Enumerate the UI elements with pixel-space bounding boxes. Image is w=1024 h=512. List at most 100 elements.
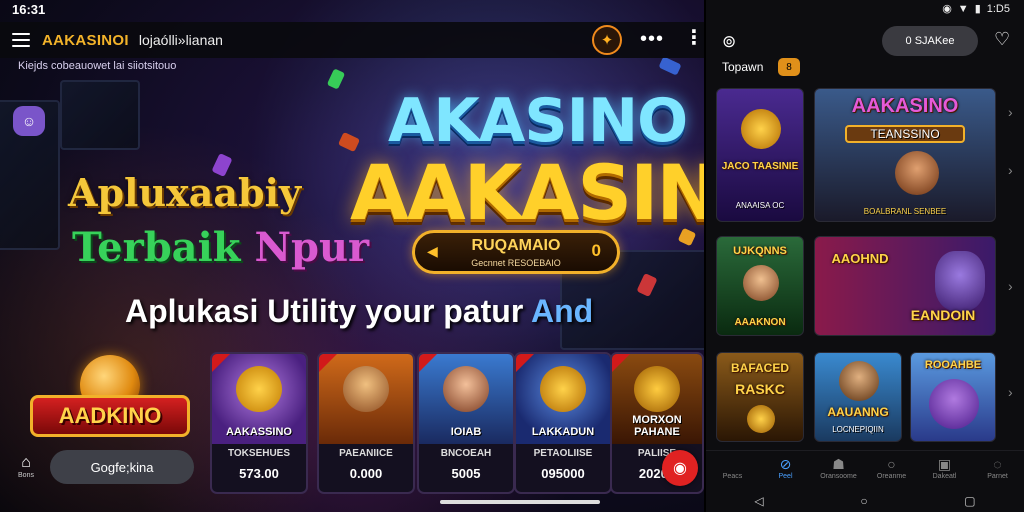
game-card-name: BNCOEAH [440, 448, 492, 459]
shield-icon [634, 366, 680, 412]
game-tile-title: JACO TAASINIE [721, 161, 799, 172]
search-icon: ○ [887, 456, 896, 472]
app-brand: AAKASINOI [42, 31, 129, 49]
nav-item[interactable]: ◌ Parnet [971, 451, 1024, 490]
dots-vertical-icon[interactable]: ⋮ [684, 26, 704, 50]
chevron-right-icon[interactable]: › [1008, 384, 1013, 400]
plaque-subtitle: Gecnnet RESOEBAIO [471, 258, 561, 268]
login-pill-button[interactable]: Gogfe;kina [50, 450, 194, 484]
gamepad-icon[interactable]: ⊚ [722, 32, 736, 52]
shield-icon [741, 109, 781, 149]
game-card-value: 095000 [541, 466, 585, 481]
floating-action-button[interactable]: ◉ [662, 450, 698, 486]
game-tile[interactable]: AAOHND EANDOIN [814, 236, 996, 336]
status-time: 1:D5 [986, 2, 1010, 15]
game-tile[interactable]: UJKQNNS AAAKNON [716, 236, 804, 336]
nav-item-label: Parnet [987, 473, 1008, 480]
nav-item[interactable]: Peacs [706, 451, 759, 490]
person-icon: ☗ [832, 456, 845, 472]
nav-item-label: Peacs [722, 473, 743, 480]
game-card[interactable]: PAEANIICE 0.000 [317, 352, 415, 494]
monster-avatar [929, 379, 979, 429]
game-card-title: IOIAB [450, 426, 482, 438]
game-card[interactable]: LAKKADUN PETAOLIISE 095000 [514, 352, 612, 494]
game-card-art: IOIAB [419, 354, 513, 444]
game-card-art: MORXON PAHANE [612, 354, 702, 444]
nav-item[interactable]: ▣ Dakeatl [918, 451, 971, 490]
logo-plaque-button[interactable]: ◀ RUQAMAIO Gecnnet RESOEBAIO 0 [412, 230, 620, 274]
character-avatar [443, 366, 489, 412]
game-tile[interactable]: AAKASINO TEANSSINO BOALBRANL SENBEE [814, 88, 996, 222]
shield-icon [236, 366, 282, 412]
home-button[interactable]: ⌂ Bons [12, 454, 40, 479]
game-tile[interactable]: AAUANNG LOCNEPIQIIN [814, 352, 902, 442]
shield-icon [747, 405, 775, 433]
balance-pill-button[interactable]: 0 SJAKee [882, 26, 978, 56]
chevron-right-icon[interactable]: › [1008, 162, 1013, 178]
hero-description-accent: And [530, 293, 594, 329]
hero-description-text: Aplukasi Utility your patur [125, 293, 524, 329]
game-card-art: LAKKADUN [516, 354, 610, 444]
character-avatar [935, 251, 985, 311]
game-card-name: TOKSEHUES [227, 448, 291, 459]
chevron-right-icon[interactable]: › [1008, 278, 1013, 294]
compass-icon: ⊘ [779, 456, 792, 472]
nav-item-label: Peel [778, 473, 793, 480]
game-card-name: PETAOLIISE [533, 448, 593, 459]
nav-item[interactable]: ○ Oreanme [865, 451, 918, 490]
game-card[interactable]: AAKASSINO TOKSEHUES 573.00 [210, 352, 308, 494]
casino-emblem: AADKINO [30, 355, 190, 445]
game-tile[interactable]: ROOAHBE [910, 352, 996, 442]
coin-icon[interactable]: ✦ [592, 25, 622, 55]
emblem-label: AADKINO [30, 395, 190, 437]
nav-item-label: Dakeatl [932, 473, 957, 480]
section-badge: 8 [778, 58, 800, 76]
heart-icon[interactable]: ♡ [994, 29, 1010, 50]
nav-item[interactable]: ☗ Oransoome [812, 451, 865, 490]
nav-item-label: Oransoome [820, 473, 857, 480]
chevron-right-icon[interactable]: › [1008, 104, 1013, 120]
chat-icon[interactable]: ☺ [13, 106, 45, 136]
game-card-value: 573.00 [239, 466, 279, 481]
background-monitor [60, 80, 140, 150]
game-card-value: 0.000 [349, 466, 383, 481]
game-tile-title: AAOHND [831, 251, 889, 266]
game-tile-subtitle: ANAAISA OC [735, 201, 785, 210]
game-card[interactable]: IOIAB BNCOEAH 5005 [417, 352, 515, 494]
recents-icon[interactable]: ▢ [964, 494, 975, 508]
dots-horizontal-icon[interactable]: ••• [640, 29, 664, 49]
chat-bubble-icon: ◉ [673, 460, 687, 477]
game-tile-subtitle: EANDOIN [910, 307, 976, 323]
plaque-title: RUQAMAIO [471, 237, 561, 254]
character-avatar [839, 361, 879, 401]
game-card-title: LAKKADUN [531, 426, 595, 438]
wifi-icon: ◉ [942, 3, 952, 15]
signal-icon: ▼ [957, 2, 969, 15]
back-icon[interactable]: ◁ [754, 494, 763, 508]
top-app-bar: AAKASINOI lojaólli»lianan ✦ ••• ⋮ [0, 22, 704, 58]
gesture-handle[interactable] [440, 500, 600, 504]
game-tile-subtitle: AAAKNON [734, 317, 786, 328]
home-icon[interactable]: ○ [860, 494, 867, 508]
profile-icon: ◌ [993, 456, 1002, 472]
hamburger-menu-icon[interactable] [12, 33, 30, 47]
game-tile-title: UJKQNNS [733, 245, 787, 257]
game-card-art [319, 354, 413, 444]
home-icon: ⌂ [21, 454, 31, 471]
game-card-value: 5005 [451, 466, 481, 481]
hero-description: Aplukasi Utility your patur And [125, 293, 593, 330]
home-label: Bons [18, 472, 34, 479]
system-navigation: ◁ ○ ▢ [706, 490, 1024, 512]
nav-item-active[interactable]: ⊘ Peel [759, 451, 812, 490]
game-tile-subtitle: TEANSSINO [845, 125, 965, 143]
game-tile-title: AAKASINO [851, 95, 959, 117]
main-screen: 16:31 AAKASINOI lojaólli»lianan ✦ ••• ⋮ … [0, 0, 704, 512]
nav-item-label: Oreanme [876, 473, 907, 480]
game-card-title: MORXON PAHANE [632, 414, 682, 438]
bottom-navigation: Peacs ⊘ Peel ☗ Oransoome ○ Oreanme ▣ Dak… [706, 450, 1024, 490]
hero-subheadline: Terbaik Npur [72, 224, 369, 271]
game-card-name: PAEANIICE [339, 448, 393, 459]
game-tile[interactable]: JACO TAASINIE ANAAISA OC [716, 88, 804, 222]
app-tagline: lojaólli»lianan [138, 32, 223, 48]
game-tile[interactable]: BAFACED RASKC [716, 352, 804, 442]
